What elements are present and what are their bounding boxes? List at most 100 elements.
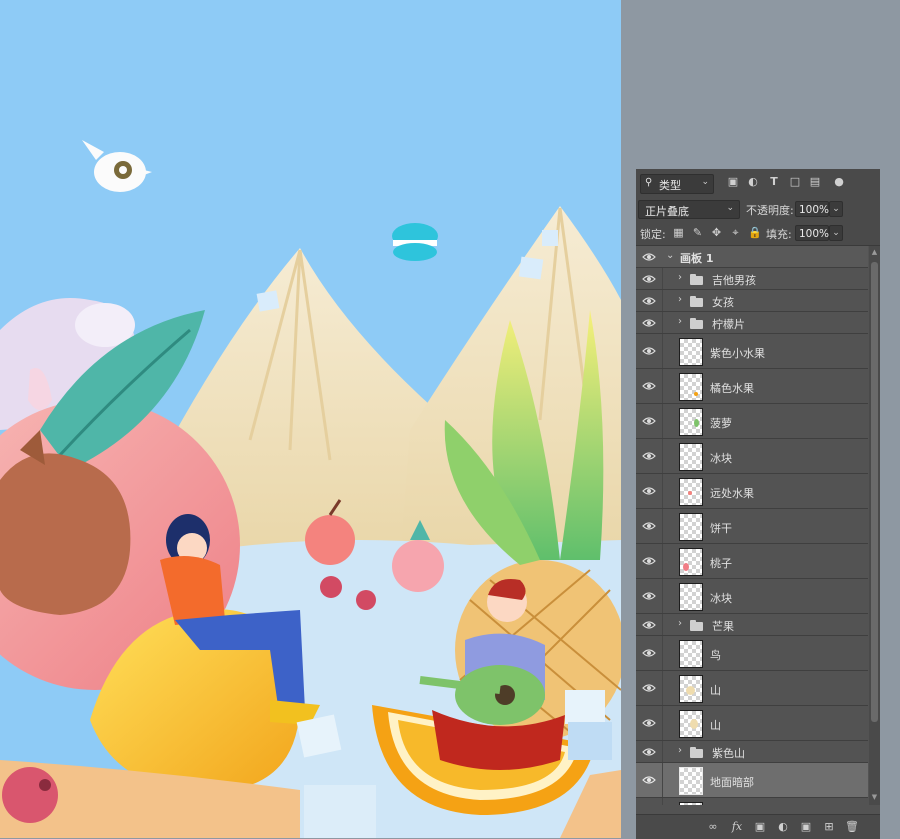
layer-thumbnail: [679, 443, 703, 471]
filter-pixel-icon[interactable]: ▣: [726, 175, 740, 189]
layer-row-selected[interactable]: 地面暗部: [636, 763, 868, 798]
eye-icon[interactable]: [642, 556, 656, 566]
eye-icon[interactable]: [642, 416, 656, 426]
lock-all-icon[interactable]: 🔒: [748, 226, 762, 239]
layer-row[interactable]: 鸟: [636, 636, 868, 671]
layer-row[interactable]: [636, 798, 868, 805]
layer-row[interactable]: 橘色水果: [636, 369, 868, 404]
scrollbar-thumb[interactable]: [871, 262, 878, 722]
folder-icon: [690, 747, 703, 758]
layer-group-row[interactable]: › 柠檬片: [636, 312, 868, 334]
layer-group-row[interactable]: › 吉他男孩: [636, 268, 868, 290]
layer-name: 紫色山: [712, 747, 745, 760]
filter-adjustment-icon[interactable]: ◐: [746, 175, 760, 189]
filter-type-select[interactable]: ⚲ 类型 ⌄: [640, 174, 714, 194]
eye-icon[interactable]: [642, 620, 656, 630]
eye-icon[interactable]: [642, 381, 656, 391]
fill-dropdown-icon[interactable]: ⌄: [829, 225, 843, 241]
eye-icon[interactable]: [642, 648, 656, 658]
layer-name: 桃子: [710, 557, 732, 570]
eye-icon[interactable]: [642, 521, 656, 531]
adjustment-icon[interactable]: ◐: [776, 820, 790, 834]
layers-scrollbar[interactable]: ▲ ▼: [869, 246, 880, 805]
layer-thumbnail: [679, 583, 703, 611]
layers-bottom-toolbar: ∞ fx ▣ ◐ ▣ ⊞ 🗑: [636, 814, 880, 839]
eye-icon[interactable]: [642, 252, 656, 262]
layer-thumbnail: [679, 408, 703, 436]
layer-group-row[interactable]: › 芒果: [636, 614, 868, 636]
layer-row[interactable]: 冰块: [636, 579, 868, 614]
opacity-dropdown-icon[interactable]: ⌄: [829, 201, 843, 217]
chevron-down-icon[interactable]: ⌄: [666, 250, 674, 261]
bird: [82, 140, 152, 192]
mask-icon[interactable]: ▣: [753, 820, 767, 834]
opacity-label: 不透明度:: [746, 204, 794, 217]
layers-panel: ⚲ 类型 ⌄ ▣ ◐ T □ ▤ ● 正片叠底 ⌄ 不透明度: 100% ⌄ 锁…: [636, 169, 880, 839]
layer-name: 吉他男孩: [712, 274, 756, 287]
eye-icon[interactable]: [642, 718, 656, 728]
lock-label: 锁定:: [640, 228, 666, 241]
filter-smart-object-icon[interactable]: ▤: [808, 175, 822, 189]
layer-thumbnail: [679, 802, 703, 805]
layer-row[interactable]: 远处水果: [636, 474, 868, 509]
eye-icon[interactable]: [642, 318, 656, 328]
layer-row[interactable]: 桃子: [636, 544, 868, 579]
layer-row[interactable]: 冰块: [636, 439, 868, 474]
layer-group-row[interactable]: › 女孩: [636, 290, 868, 312]
folder-icon[interactable]: ▣: [799, 820, 813, 834]
artboard-row[interactable]: ⌄ 画板 1: [636, 246, 868, 268]
layer-row[interactable]: 饼干: [636, 509, 868, 544]
purple-fruit-spot: [39, 779, 51, 791]
eye-icon[interactable]: [642, 346, 656, 356]
chevron-right-icon[interactable]: ›: [678, 745, 682, 756]
layer-name: 柠檬片: [712, 318, 745, 331]
link-icon[interactable]: ∞: [706, 820, 720, 834]
chevron-right-icon[interactable]: ›: [678, 272, 682, 283]
layer-name: 冰块: [710, 452, 732, 465]
document-canvas[interactable]: [0, 0, 621, 838]
chevron-right-icon[interactable]: ›: [678, 294, 682, 305]
eye-icon[interactable]: [642, 683, 656, 693]
folder-icon: [690, 318, 703, 329]
fill-input[interactable]: 100%: [795, 225, 829, 241]
chevron-right-icon[interactable]: ›: [678, 618, 682, 629]
fx-icon[interactable]: fx: [730, 820, 744, 834]
layer-thumbnail: [679, 640, 703, 668]
layer-group-row[interactable]: › 紫色山: [636, 741, 868, 763]
eye-icon[interactable]: [642, 747, 656, 757]
eye-icon[interactable]: [642, 296, 656, 306]
layer-thumbnail: [679, 548, 703, 576]
lock-artboard-icon[interactable]: ⌖: [729, 226, 742, 239]
filter-type-text-icon[interactable]: T: [767, 175, 781, 189]
opacity-input[interactable]: 100%: [795, 201, 829, 217]
filter-shape-icon[interactable]: □: [788, 175, 802, 189]
filter-toggle-icon[interactable]: ●: [832, 175, 846, 189]
eye-icon[interactable]: [642, 775, 656, 785]
new-layer-icon[interactable]: ⊞: [822, 820, 836, 834]
layer-row[interactable]: 紫色小水果: [636, 334, 868, 369]
layer-row[interactable]: 菠萝: [636, 404, 868, 439]
layer-row[interactable]: 山: [636, 671, 868, 706]
eye-icon[interactable]: [642, 591, 656, 601]
chevron-right-icon[interactable]: ›: [678, 316, 682, 327]
layer-row[interactable]: 山: [636, 706, 868, 741]
eye-icon[interactable]: [642, 274, 656, 284]
layer-name: 紫色小水果: [710, 347, 765, 360]
trash-icon[interactable]: 🗑: [845, 820, 859, 834]
lock-image-pixels-icon[interactable]: ✎: [691, 226, 704, 239]
blend-mode-select[interactable]: 正片叠底 ⌄: [638, 200, 740, 219]
layer-name: 女孩: [712, 296, 734, 309]
peach-character: [392, 540, 444, 592]
scroll-up-icon[interactable]: ▲: [870, 248, 879, 258]
blend-mode-value: 正片叠底: [645, 205, 689, 218]
eye-icon[interactable]: [642, 451, 656, 461]
cherry: [320, 576, 342, 598]
lock-transparent-pixels-icon[interactable]: ▦: [672, 226, 685, 239]
scroll-down-icon[interactable]: ▼: [870, 793, 879, 803]
chevron-down-icon: ⌄: [726, 203, 734, 213]
eye-icon[interactable]: [642, 486, 656, 496]
cherry: [356, 590, 376, 610]
ice-cube: [542, 230, 558, 246]
layer-name: 地面暗部: [710, 776, 754, 789]
lock-position-icon[interactable]: ✥: [710, 226, 723, 239]
